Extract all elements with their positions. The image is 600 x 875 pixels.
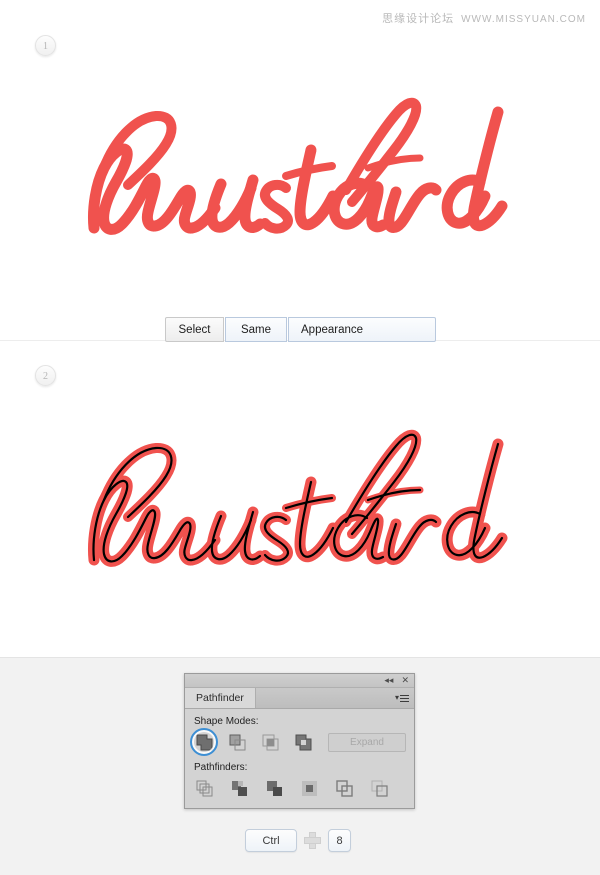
pathfinder-crop-icon[interactable] (298, 777, 320, 799)
panel-tab-filler: ▾ (256, 688, 414, 708)
collapse-icon[interactable]: ◂◂ (384, 676, 393, 685)
step-badge-2: 2 (35, 365, 56, 386)
menu-item-same[interactable]: Same (225, 317, 287, 342)
pathfinder-minus-back-icon[interactable] (368, 777, 390, 799)
plus-icon (304, 832, 321, 849)
shape-mode-minus-front-icon[interactable] (226, 731, 248, 753)
menu-item-select[interactable]: Select (165, 317, 224, 342)
panel-menu-icon[interactable]: ▾ (395, 694, 409, 702)
panel-titlebar: ◂◂ ✕ (185, 674, 414, 688)
panel-body: Shape Modes: Expand Pathfinders: (185, 709, 414, 808)
key-ctrl: Ctrl (245, 829, 297, 852)
shape-mode-unite-icon[interactable] (190, 728, 218, 756)
shape-modes-row: Expand (190, 728, 406, 756)
pathfinders-row (193, 777, 406, 799)
keyboard-shortcut: Ctrl 8 (245, 829, 351, 852)
tab-pathfinder[interactable]: Pathfinder (185, 688, 256, 708)
menu-item-appearance[interactable]: Appearance (288, 317, 436, 342)
pathfinder-divide-icon[interactable] (193, 777, 215, 799)
pathfinder-trim-icon[interactable] (228, 777, 250, 799)
panel-tab-row: Pathfinder ▾ (185, 688, 414, 709)
expand-button[interactable]: Expand (328, 732, 406, 752)
artwork-step1-mustard (80, 88, 510, 243)
shape-modes-label: Shape Modes: (194, 716, 259, 727)
shape-mode-intersect-icon[interactable] (259, 731, 281, 753)
pathfinder-outline-icon[interactable] (333, 777, 355, 799)
site-watermark: 思缘设计论坛 WWW.MISSYUAN.COM (382, 10, 586, 26)
close-icon[interactable]: ✕ (401, 676, 409, 685)
artwork-step2-mustard-paths (80, 420, 510, 575)
key-8: 8 (328, 829, 351, 852)
menu-path-row: Select Same Appearance (165, 317, 436, 342)
pathfinder-merge-icon[interactable] (263, 777, 285, 799)
pathfinders-label: Pathfinders: (194, 762, 248, 773)
shape-mode-exclude-icon[interactable] (292, 731, 314, 753)
hamburger-icon (400, 694, 409, 702)
tutorial-canvas: 1 Select Same Appearance 2 (0, 0, 600, 658)
step-badge-1: 1 (35, 35, 56, 56)
watermark-url-text: WWW.MISSYUAN.COM (461, 14, 586, 25)
watermark-cn-text: 思缘设计论坛 (382, 13, 455, 25)
pathfinder-panel: ◂◂ ✕ Pathfinder ▾ Shape Modes: Expand Pa… (184, 673, 415, 809)
